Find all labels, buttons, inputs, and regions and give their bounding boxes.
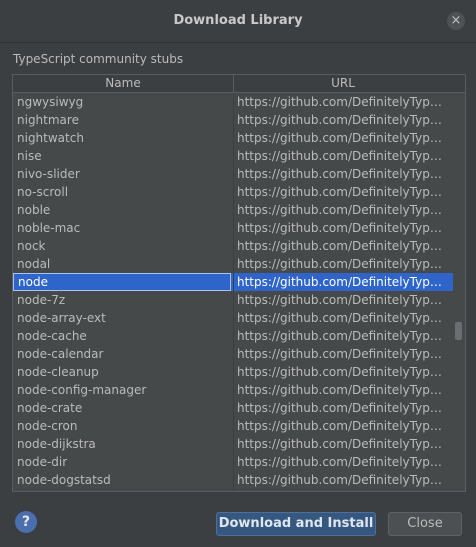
cell-name: nightwatch — [17, 131, 84, 145]
cell-name: noble-mac — [17, 221, 81, 235]
cell-url: https://github.com/DefinitelyTyped/... — [237, 383, 449, 397]
cell-name: node-dijkstra — [17, 437, 96, 451]
cell-url: https://github.com/DefinitelyTyped/... — [237, 311, 449, 325]
column-header-name[interactable]: Name — [13, 75, 234, 92]
cell-name: nock — [17, 239, 46, 253]
cell-url: https://github.com/DefinitelyTyped/... — [237, 329, 449, 343]
cell-name: node-7z — [17, 293, 66, 307]
help-icon[interactable]: ? — [15, 511, 37, 533]
cell-name: node-config-manager — [17, 383, 147, 397]
cell-url: https://github.com/DefinitelyTyped/... — [237, 203, 449, 217]
cell-url: https://github.com/DefinitelyTyped/... — [237, 239, 449, 253]
cell-name: node-calendar — [17, 347, 104, 361]
cell-url: https://github.com/DefinitelyTyped/... — [237, 131, 449, 145]
section-label: TypeScript community stubs — [13, 52, 184, 66]
column-header-url[interactable]: URL — [234, 75, 452, 92]
cell-url: https://github.com/DefinitelyTyped/... — [237, 401, 449, 415]
cell-name: nivo-slider — [17, 167, 80, 181]
cell-name: nise — [17, 149, 42, 163]
cell-url: https://github.com/DefinitelyTyped/... — [237, 149, 449, 163]
scrollbar-thumb[interactable] — [455, 322, 462, 340]
cell-url: https://github.com/DefinitelyTyped/... — [237, 275, 449, 289]
cell-url: https://github.com/DefinitelyTyped/... — [237, 419, 449, 433]
cell-name: node-cleanup — [17, 365, 99, 379]
cell-name: node — [13, 273, 231, 291]
dialog-title: Download Library — [173, 13, 303, 28]
cell-name: node-crate — [17, 401, 83, 415]
cell-url: https://github.com/DefinitelyTyped/... — [237, 95, 449, 109]
vertical-scrollbar[interactable] — [453, 93, 465, 491]
cell-name: node-cron — [17, 419, 78, 433]
cell-name: ngwysiwyg — [17, 95, 84, 109]
cell-url: https://github.com/DefinitelyTyped/... — [237, 221, 449, 235]
cell-url: https://github.com/DefinitelyTyped/... — [237, 185, 449, 199]
cell-name: node-cache — [17, 329, 87, 343]
column-divider — [233, 93, 234, 491]
dialog-title-bar: Download Library × — [0, 0, 476, 43]
cell-name: node-array-ext — [17, 311, 106, 325]
close-button[interactable]: Close — [388, 512, 462, 536]
cell-name: node-dogstatsd — [17, 473, 111, 487]
cell-name: nightmare — [17, 113, 79, 127]
library-table: Name URL ngwysiwyg https://github.com/Def… — [12, 74, 466, 492]
cell-url: https://github.com/DefinitelyTyped/... — [237, 167, 449, 181]
cell-url: https://github.com/DefinitelyTyped/... — [237, 473, 449, 487]
cell-url: https://github.com/DefinitelyTyped/... — [237, 113, 449, 127]
table-header: Name URL — [13, 75, 465, 93]
cell-url: https://github.com/DefinitelyTyped/... — [237, 455, 449, 469]
cell-url: https://github.com/DefinitelyTyped/... — [237, 365, 449, 379]
cell-name: node-dir — [17, 455, 68, 469]
cell-url: https://github.com/DefinitelyTyped/... — [237, 293, 449, 307]
download-and-install-button[interactable]: Download and Install — [216, 512, 376, 536]
cell-name: noble — [17, 203, 51, 217]
cell-url: https://github.com/DefinitelyTyped/... — [237, 347, 449, 361]
cell-url: https://github.com/DefinitelyTyped/... — [237, 257, 449, 271]
cell-url: https://github.com/DefinitelyTyped/... — [237, 437, 449, 451]
cell-name: no-scroll — [17, 185, 69, 199]
cell-name: nodal — [17, 257, 51, 271]
close-icon[interactable]: × — [447, 12, 465, 30]
